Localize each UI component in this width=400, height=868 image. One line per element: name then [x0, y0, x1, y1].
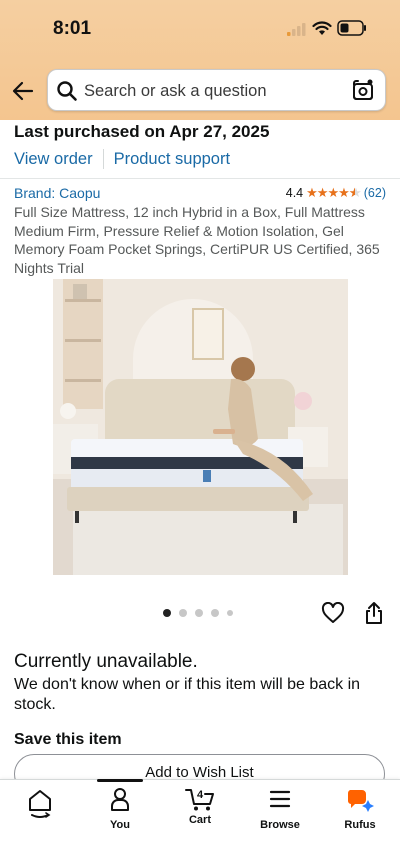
- order-links: View order Product support: [14, 149, 230, 169]
- rating-count: (62): [363, 186, 386, 200]
- home-icon: [29, 790, 51, 818]
- carousel-dot[interactable]: [163, 609, 171, 617]
- person-icon: [111, 788, 129, 811]
- share-icon[interactable]: [364, 601, 384, 625]
- battery-icon: [337, 20, 366, 36]
- menu-icon: [269, 790, 291, 808]
- tab-label-you: You: [110, 819, 130, 831]
- status-bar: 8:01: [0, 18, 400, 42]
- availability-status: Currently unavailable.: [14, 651, 198, 672]
- back-arrow-icon[interactable]: [12, 80, 34, 102]
- rating-summary[interactable]: 4.4 ★★★★★★ (62): [286, 185, 386, 201]
- heart-icon[interactable]: [321, 602, 345, 624]
- search-icon: [57, 81, 77, 101]
- tab-you[interactable]: You: [80, 786, 160, 831]
- cellular-signal-icon: [287, 23, 306, 36]
- product-image[interactable]: [53, 279, 348, 575]
- camera-lens-icon[interactable]: [351, 78, 375, 102]
- search-bar[interactable]: Search or ask a question: [47, 69, 386, 111]
- product-title: Full Size Mattress, 12 inch Hybrid in a …: [14, 204, 380, 276]
- tab-label-rufus: Rufus: [344, 819, 376, 831]
- last-purchased-heading: Last purchased on Apr 27, 2025: [14, 122, 270, 141]
- carousel-dot[interactable]: [195, 609, 203, 617]
- brand-link[interactable]: Brand: Caopu: [14, 185, 100, 201]
- wifi-icon: [312, 21, 332, 35]
- view-order-link[interactable]: View order: [14, 150, 93, 169]
- active-tab-indicator: [97, 779, 143, 782]
- tab-label-browse: Browse: [260, 819, 300, 831]
- cart-count-badge: 4: [196, 789, 204, 801]
- carousel-dot[interactable]: [227, 610, 233, 616]
- app-header: 8:01 Search or ask a question: [0, 0, 400, 120]
- tab-home[interactable]: [0, 786, 80, 825]
- bottom-tab-bar: You 4 Cart Browse Rufus: [0, 779, 400, 868]
- product-support-link[interactable]: Product support: [114, 150, 230, 169]
- rufus-icon: [347, 790, 374, 812]
- tab-cart[interactable]: 4 Cart: [160, 786, 240, 826]
- availability-detail: We don't know when or if this item will …: [14, 676, 361, 713]
- section-divider: [0, 178, 400, 179]
- link-divider: [102, 149, 104, 169]
- image-carousel-dots[interactable]: [163, 609, 233, 617]
- save-item-heading: Save this item: [14, 731, 122, 748]
- rating-value: 4.4: [285, 186, 304, 200]
- star-rating-icon: ★★★★★★: [306, 185, 361, 200]
- carousel-dot[interactable]: [179, 609, 187, 617]
- status-time: 8:01: [53, 18, 92, 39]
- tab-label-cart: Cart: [188, 814, 211, 826]
- tab-rufus[interactable]: Rufus: [320, 786, 400, 831]
- search-placeholder[interactable]: Search or ask a question: [84, 82, 267, 101]
- carousel-dot[interactable]: [211, 609, 219, 617]
- tab-browse[interactable]: Browse: [240, 786, 320, 831]
